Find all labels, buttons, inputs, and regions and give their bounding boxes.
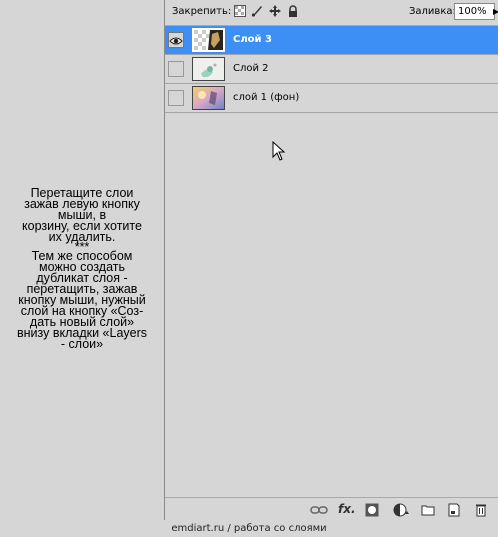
fx-icon[interactable]: fx. — [338, 502, 356, 516]
lock-position-icon[interactable] — [269, 5, 281, 17]
lock-label: Закрепить: — [172, 6, 232, 17]
layer-name: Слой 3 — [233, 34, 272, 45]
visibility-toggle[interactable] — [168, 90, 184, 106]
layers-toolbar: Закрепить: Заливка: 100% ▶ — [165, 0, 498, 26]
layers-panel: Закрепить: Заливка: 100% ▶ Слой 3 Слой 2… — [164, 0, 498, 520]
layer-thumbnail — [192, 86, 225, 110]
lock-all-icon[interactable] — [287, 5, 299, 17]
fill-label: Заливка: — [409, 6, 456, 17]
visibility-toggle[interactable] — [168, 32, 184, 48]
layer-row-2[interactable]: Слой 2 — [165, 55, 498, 84]
new-group-icon[interactable] — [421, 502, 435, 516]
eye-icon — [169, 37, 183, 45]
lock-image-pixels-icon[interactable] — [251, 5, 263, 17]
layer-row-1[interactable]: слой 1 (фон) — [165, 84, 498, 113]
layers-footer: fx. — [165, 497, 498, 520]
new-layer-icon[interactable] — [447, 502, 461, 517]
layer-thumbnail — [192, 57, 225, 81]
fill-input[interactable]: 100% — [454, 3, 495, 20]
adjustment-layer-icon[interactable] — [393, 502, 411, 517]
visibility-toggle[interactable] — [168, 61, 184, 77]
layers-list: Слой 3 Слой 2 слой 1 (фон) — [165, 26, 498, 113]
chevron-right-icon[interactable]: ▶ — [493, 7, 498, 16]
layer-name: слой 1 (фон) — [233, 92, 300, 103]
instruction-line: - слои» — [60, 337, 104, 351]
lock-transparent-pixels-icon[interactable] — [234, 5, 246, 17]
caption: emdiart.ru / работа со слоями — [171, 523, 327, 534]
layer-mask-icon[interactable] — [365, 502, 379, 517]
layer-row-3[interactable]: Слой 3 — [165, 26, 498, 55]
mouse-pointer-icon — [272, 140, 286, 165]
trash-icon[interactable] — [475, 502, 487, 517]
instruction-text: Перетащите слои зажав левую кнопку мыши,… — [6, 187, 158, 351]
layer-name: Слой 2 — [233, 63, 269, 74]
link-layers-icon[interactable] — [310, 502, 328, 516]
layer-thumbnail — [192, 28, 225, 52]
